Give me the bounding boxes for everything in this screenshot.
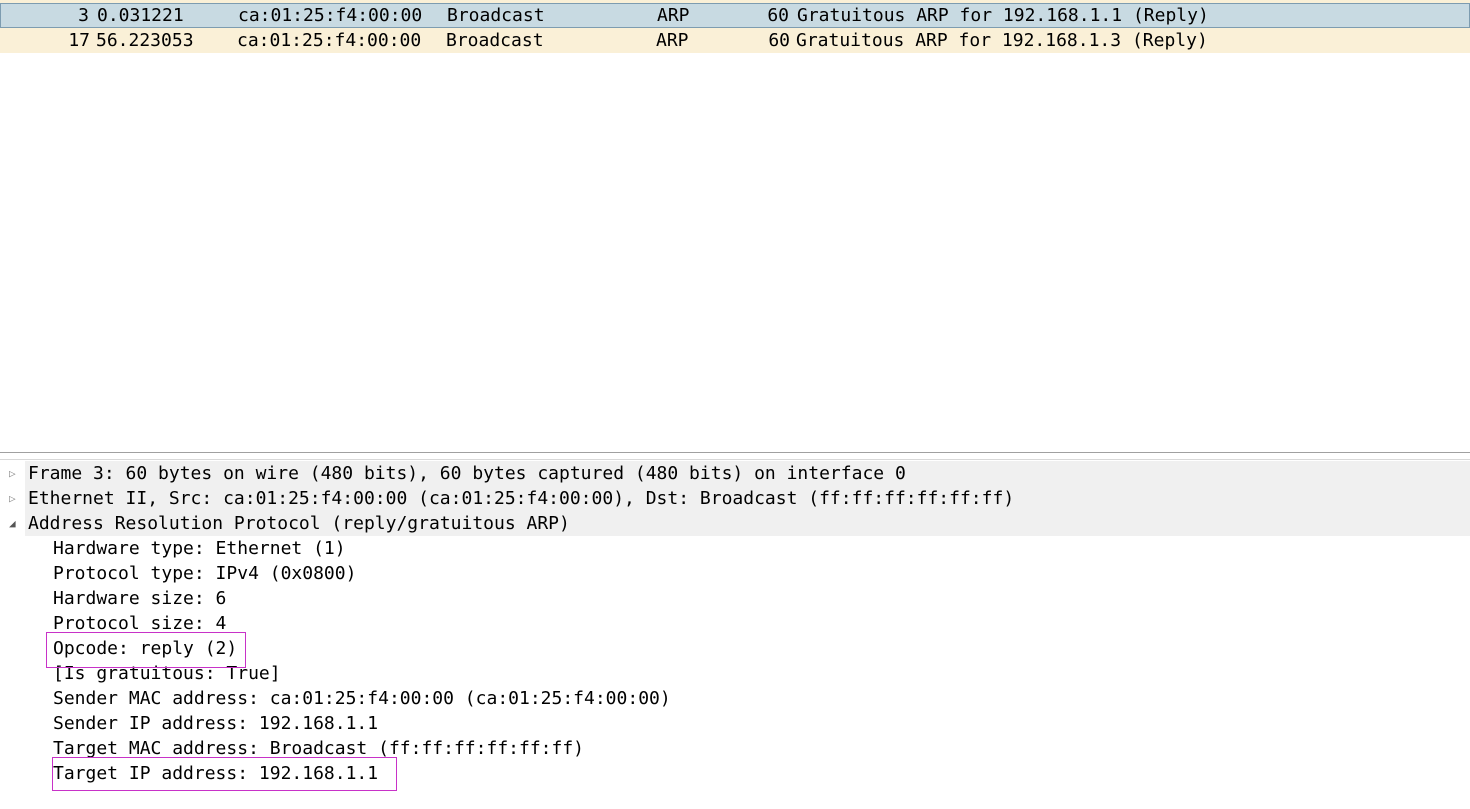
packet-length: 60 — [767, 5, 789, 26]
highlight-box-target-ip — [52, 757, 397, 791]
packet-time: 56.223053 — [96, 30, 194, 51]
pane-splitter[interactable] — [0, 452, 1470, 460]
field-label: Hardware size: 6 — [53, 588, 227, 609]
packet-length: 60 — [768, 30, 790, 51]
packet-row[interactable]: 17 56.223053 ca:01:25:f4:00:00 Broadcast… — [0, 28, 1470, 53]
packet-time: 0.031221 — [97, 5, 184, 26]
triangle-right-icon[interactable]: ▷ — [9, 486, 16, 511]
triangle-right-icon[interactable]: ▷ — [9, 461, 16, 486]
tree-item-ethernet[interactable]: ▷ Ethernet II, Src: ca:01:25:f4:00:00 (c… — [0, 486, 1470, 511]
arp-field[interactable]: Hardware type: Ethernet (1) — [0, 536, 1470, 561]
packet-protocol: ARP — [657, 5, 690, 26]
packet-source: ca:01:25:f4:00:00 — [237, 30, 422, 51]
packet-no: 17 — [68, 30, 90, 51]
packet-destination: Broadcast — [446, 30, 544, 51]
arp-field[interactable]: Protocol type: IPv4 (0x0800) — [0, 561, 1470, 586]
packet-info: Gratuitous ARP for 192.168.1.1 (Reply) — [797, 5, 1209, 26]
packet-row[interactable]: 3 0.031221 ca:01:25:f4:00:00 Broadcast A… — [0, 3, 1470, 28]
field-label: Protocol type: IPv4 (0x0800) — [53, 563, 357, 584]
highlight-box-opcode — [46, 632, 246, 668]
packet-no: 3 — [78, 5, 89, 26]
tree-item-label: Ethernet II, Src: ca:01:25:f4:00:00 (ca:… — [25, 486, 1470, 511]
tree-item-frame[interactable]: ▷ Frame 3: 60 bytes on wire (480 bits), … — [0, 461, 1470, 486]
field-label: Hardware type: Ethernet (1) — [53, 538, 346, 559]
packet-source: ca:01:25:f4:00:00 — [238, 5, 423, 26]
packet-info: Gratuitous ARP for 192.168.1.3 (Reply) — [796, 30, 1208, 51]
arp-field[interactable]: Hardware size: 6 — [0, 586, 1470, 611]
field-label: Sender IP address: 192.168.1.1 — [53, 713, 379, 734]
triangle-down-icon[interactable]: ◢ — [9, 511, 16, 536]
packet-destination: Broadcast — [447, 5, 545, 26]
tree-item-label: Address Resolution Protocol (reply/gratu… — [25, 511, 1470, 536]
tree-item-label: Frame 3: 60 bytes on wire (480 bits), 60… — [25, 461, 1470, 486]
arp-field[interactable]: Sender MAC address: ca:01:25:f4:00:00 (c… — [0, 686, 1470, 711]
arp-field[interactable]: Sender IP address: 192.168.1.1 — [0, 711, 1470, 736]
tree-item-arp[interactable]: ◢ Address Resolution Protocol (reply/gra… — [0, 511, 1470, 536]
field-label: Sender MAC address: ca:01:25:f4:00:00 (c… — [53, 688, 671, 709]
packet-protocol: ARP — [656, 30, 689, 51]
